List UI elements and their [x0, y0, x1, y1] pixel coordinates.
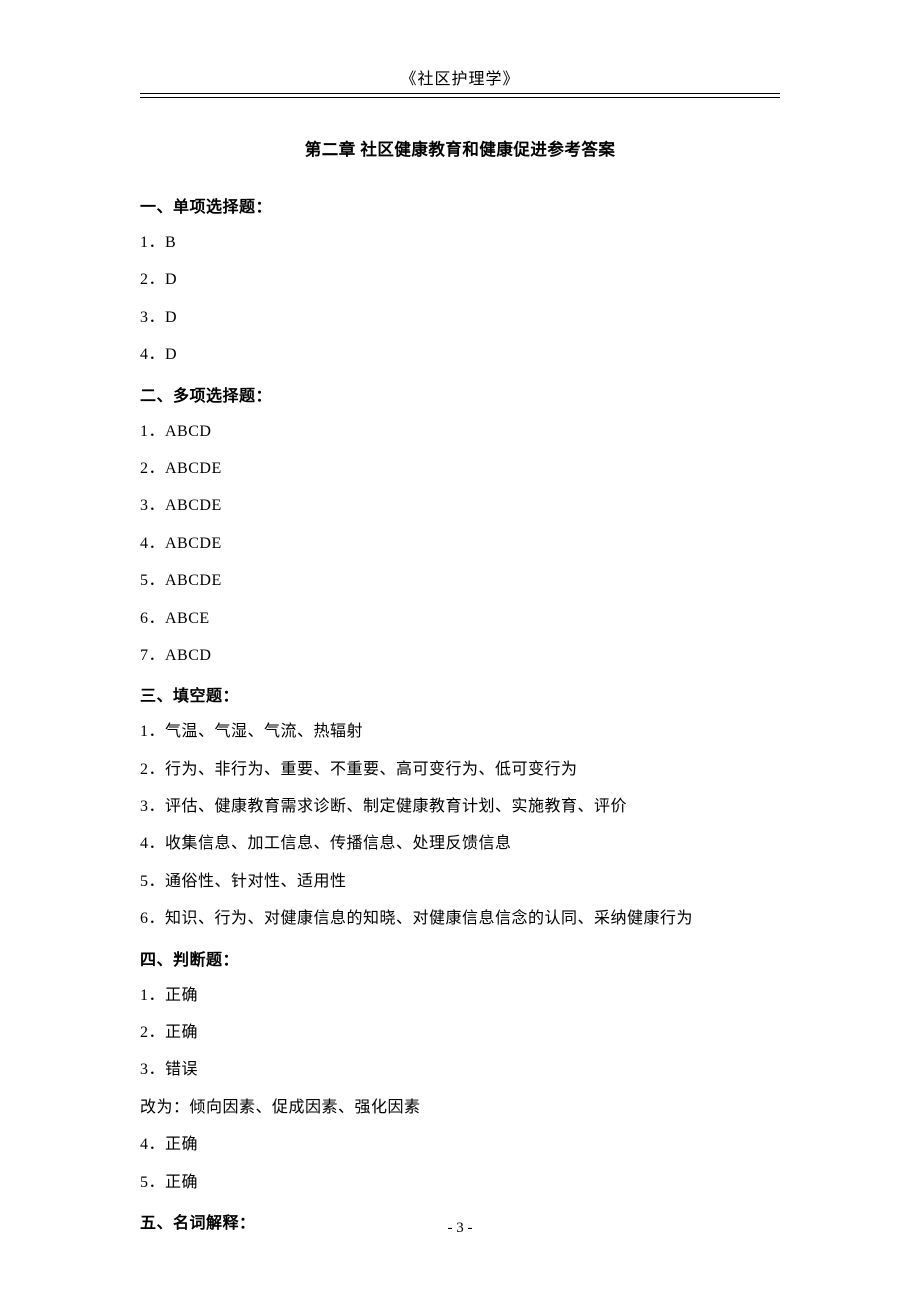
answer-item: 2．行为、非行为、重要、不重要、高可变行为、低可变行为 [140, 759, 780, 781]
section-3-header: 三、填空题： [140, 682, 780, 706]
section-1-header: 一、单项选择题： [140, 193, 780, 217]
answer-item: 4．ABCDE [140, 533, 780, 555]
answer-item: 4．正确 [140, 1134, 780, 1156]
answer-item: 2．D [140, 269, 780, 291]
answer-item: 1．ABCD [140, 421, 780, 443]
answer-item: 6．ABCE [140, 608, 780, 630]
chapter-title: 第二章 社区健康教育和健康促进参考答案 [140, 136, 780, 160]
page-number: - 3 - [0, 1220, 920, 1237]
answer-item: 4．D [140, 344, 780, 366]
answer-item: 3．ABCDE [140, 495, 780, 517]
answer-item: 5．通俗性、针对性、适用性 [140, 871, 780, 893]
section-2-header: 二、多项选择题： [140, 382, 780, 406]
header-divider [140, 93, 780, 98]
answer-item: 1．气温、气湿、气流、热辐射 [140, 721, 780, 743]
answer-item: 3．错误 [140, 1059, 780, 1081]
answer-item: 5．ABCDE [140, 570, 780, 592]
page-content: 《社区护理学》 第二章 社区健康教育和健康促进参考答案 一、单项选择题： 1．B… [0, 0, 920, 1233]
answer-item: 6．知识、行为、对健康信息的知晓、对健康信息信念的认同、采纳健康行为 [140, 908, 780, 930]
answer-item: 3．评估、健康教育需求诊断、制定健康教育计划、实施教育、评价 [140, 796, 780, 818]
answer-item: 改为：倾向因素、促成因素、强化因素 [140, 1097, 780, 1119]
answer-item: 3．D [140, 307, 780, 329]
answer-item: 1．正确 [140, 985, 780, 1007]
answer-item: 2．正确 [140, 1022, 780, 1044]
answer-item: 5．正确 [140, 1172, 780, 1194]
answer-item: 2．ABCDE [140, 458, 780, 480]
answer-item: 4．收集信息、加工信息、传播信息、处理反馈信息 [140, 833, 780, 855]
section-4-header: 四、判断题： [140, 946, 780, 970]
document-header: 《社区护理学》 [140, 65, 780, 89]
answer-item: 1．B [140, 232, 780, 254]
answer-item: 7．ABCD [140, 645, 780, 667]
